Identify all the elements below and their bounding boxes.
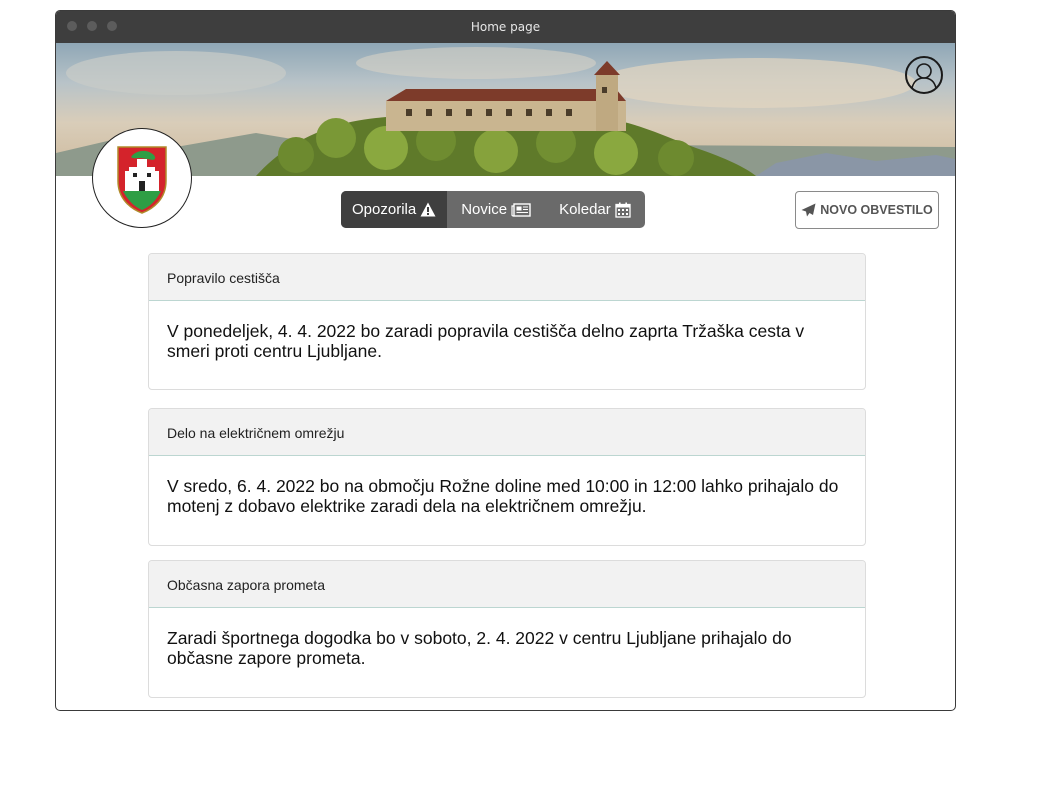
tab-opozorila[interactable]: Opozorila bbox=[341, 191, 448, 228]
window-title: Home page bbox=[470, 20, 541, 34]
tab-koledar[interactable]: Koledar bbox=[545, 191, 645, 228]
tab-label: Koledar bbox=[559, 201, 611, 218]
new-notice-label: NOVO OBVESTILO bbox=[820, 203, 933, 217]
calendar-icon bbox=[615, 202, 631, 218]
section-tabs: Opozorila Novice Koledar bbox=[341, 191, 645, 228]
warning-icon bbox=[420, 202, 436, 217]
title-bar: Home page bbox=[56, 11, 955, 43]
notice-title: Popravilo cestišča bbox=[149, 254, 865, 301]
user-icon bbox=[911, 63, 937, 89]
city-crest-logo[interactable] bbox=[92, 128, 192, 228]
tab-label: Opozorila bbox=[352, 201, 417, 218]
notice-card[interactable]: Delo na električnem omrežju V sredo, 6. … bbox=[148, 408, 866, 546]
notice-card[interactable]: Popravilo cestišča V ponedeljek, 4. 4. 2… bbox=[148, 253, 866, 390]
notice-title: Občasna zapora prometa bbox=[149, 561, 865, 608]
notice-card[interactable]: Občasna zapora prometa Zaradi športnega … bbox=[148, 560, 866, 698]
notice-body: Zaradi športnega dogodka bo v soboto, 2.… bbox=[167, 628, 792, 668]
ljubljana-crest-icon bbox=[117, 146, 167, 214]
tab-label: Novice bbox=[461, 201, 508, 218]
notice-body: V ponedeljek, 4. 4. 2022 bo zaradi popra… bbox=[167, 321, 805, 361]
notice-body: V sredo, 6. 4. 2022 bo na območju Rožne … bbox=[167, 476, 839, 516]
user-profile-button[interactable] bbox=[905, 56, 943, 94]
browser-window: Home page Opozorila Novice Koledar NOVO … bbox=[55, 10, 956, 711]
newspaper-icon bbox=[511, 202, 531, 217]
paper-plane-icon bbox=[801, 203, 816, 217]
notice-title: Delo na električnem omrežju bbox=[149, 409, 865, 456]
new-notice-button[interactable]: NOVO OBVESTILO bbox=[795, 191, 939, 229]
tab-novice[interactable]: Novice bbox=[447, 191, 545, 228]
